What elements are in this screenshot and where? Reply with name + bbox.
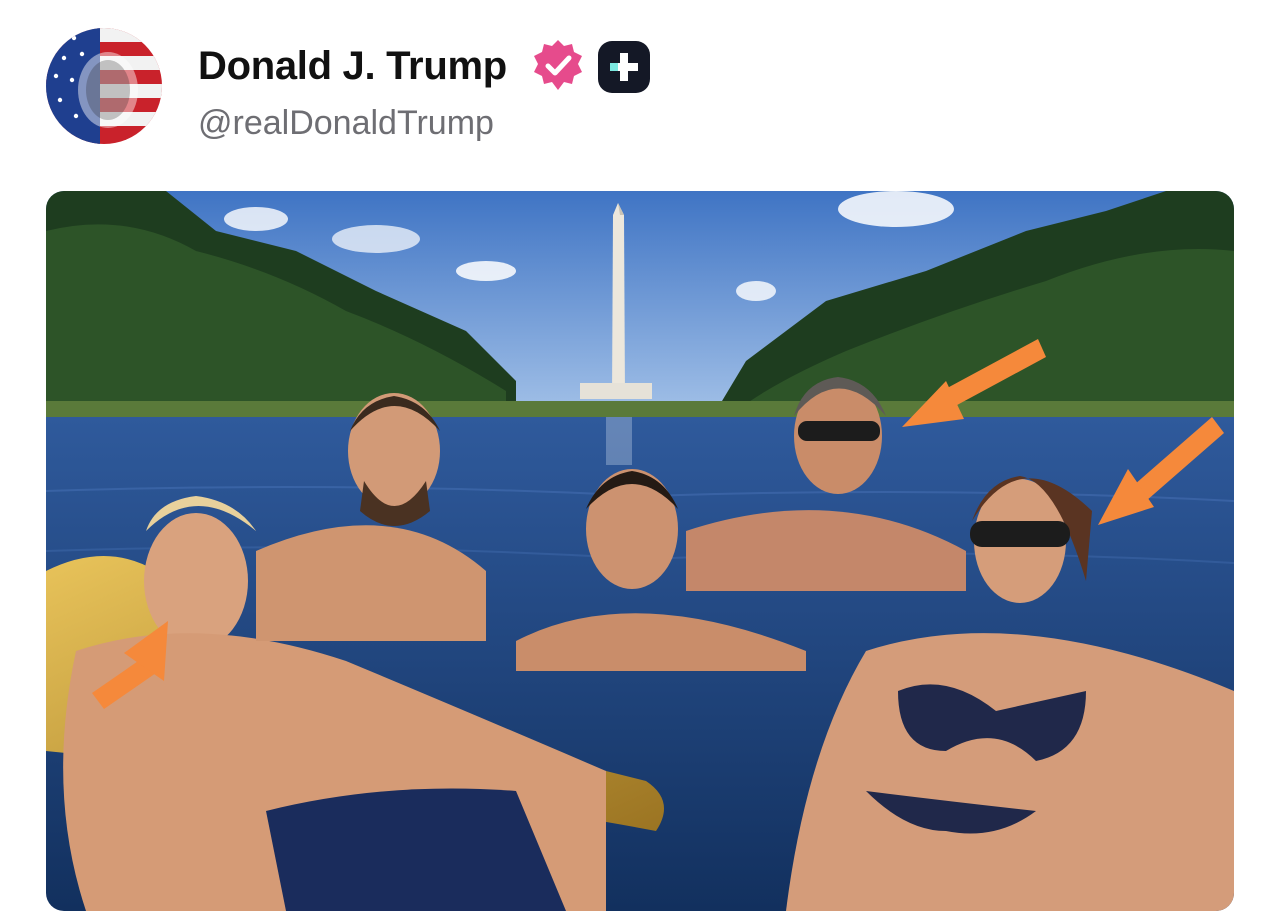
- post-media-image[interactable]: [46, 191, 1234, 911]
- flag-portrait-avatar-icon: [46, 28, 162, 144]
- pool-scene-image: [46, 191, 1234, 911]
- post-header: Donald J. Trump @realDonaldTrump: [0, 0, 1280, 190]
- author-display-name[interactable]: Donald J. Trump: [198, 44, 507, 89]
- verified-badge-icon: [530, 38, 586, 94]
- author-handle[interactable]: @realDonaldTrump: [198, 104, 494, 143]
- plus-badge-icon: [598, 41, 650, 93]
- author-avatar[interactable]: [46, 28, 162, 144]
